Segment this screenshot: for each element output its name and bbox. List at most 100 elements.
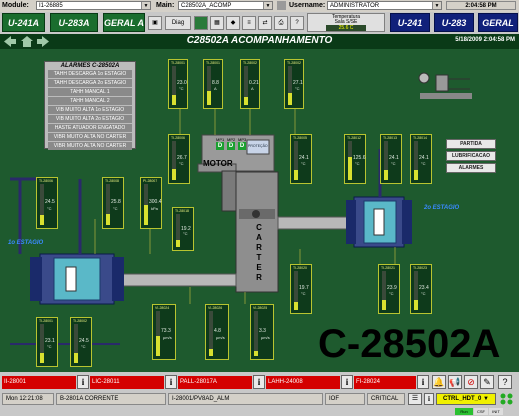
transmitter-gauge[interactable]: TI-28001 23.0 °C: [168, 59, 188, 109]
info-icon[interactable]: i: [77, 375, 89, 389]
gauge-value: 26.7: [177, 155, 187, 162]
gauge-bar: [414, 141, 418, 180]
transmitter-gauge[interactable]: TI-28001 8.8 A: [203, 59, 223, 109]
nav-button-geral[interactable]: GERAL: [478, 13, 518, 32]
nav-button-u241a[interactable]: U-241A: [2, 13, 45, 32]
gauge-tag: PI-28007: [143, 179, 158, 183]
info-icon[interactable]: i: [341, 375, 353, 389]
transmitter-gauge[interactable]: TI-28013 24.1 °C: [380, 134, 402, 184]
status-time: Mon 12:21:08: [2, 393, 54, 405]
ack-icon[interactable]: ✎: [480, 375, 494, 389]
save-icon[interactable]: ▣: [148, 16, 162, 30]
transmitter-gauge[interactable]: TI-28001 23.1 °C: [36, 317, 58, 367]
transmitter-gauge[interactable]: TI-28014 24.1 °C: [410, 134, 432, 184]
transmitter-gauge[interactable]: TI-28021 23.9 °C: [378, 264, 400, 314]
gauge-bar: [144, 184, 148, 225]
lubrificacao-button[interactable]: LUBRIFICACAO: [446, 151, 496, 161]
transmitter-gauge[interactable]: VI-28024 73.3 µm/s: [152, 304, 176, 360]
gauge-value: 8.8: [212, 80, 219, 87]
module-select[interactable]: I1-26885 ▼: [36, 1, 151, 10]
gauge-bar: [106, 184, 110, 225]
alarm-item: TAHH MANCAL 2: [48, 97, 132, 105]
alarm-chip[interactable]: II-28001: [2, 376, 76, 389]
clock: 2:04:58 PM: [446, 1, 516, 10]
motor-indicators: MP1 MP2 MP3 D D D: [216, 137, 248, 151]
info-icon[interactable]: i: [417, 375, 429, 389]
transmitter-gauge[interactable]: TI-28008 25.8 °C: [102, 177, 124, 229]
transmitter-gauge[interactable]: TI-28005 24.1 °C: [290, 134, 312, 184]
list-icon[interactable]: ≡: [242, 16, 256, 30]
gauge-tag: TI-28001: [39, 319, 54, 323]
help-icon[interactable]: ?: [290, 16, 304, 30]
gauge-fill: [414, 170, 418, 180]
silence-icon[interactable]: ⊘: [464, 375, 478, 389]
gauge-bar: [172, 141, 176, 180]
transmitter-gauge[interactable]: TI-28023 23.4 °C: [410, 264, 432, 314]
gauge-tag: TI-28012: [347, 136, 362, 140]
gauge-value: 24.5: [45, 199, 55, 205]
chevron-down-icon[interactable]: ▼: [432, 2, 441, 9]
title-datetime: 5/18/2009 2:04:58 PM: [455, 37, 515, 43]
diag-button[interactable]: Diag: [165, 16, 191, 30]
gauge-fill: [209, 349, 213, 356]
footer: Run CSF INIT: [0, 407, 519, 416]
username-field[interactable]: ADMINISTRATOR ▼: [327, 1, 442, 10]
grid-icon[interactable]: ▦: [210, 16, 224, 30]
alarm-chip[interactable]: LAHH-24008: [266, 376, 340, 389]
crank-pin: [252, 210, 260, 218]
folder-icon[interactable]: [277, 1, 286, 10]
cylinder-liner-1: [53, 257, 101, 301]
alarm-chip[interactable]: LIC-28011: [90, 376, 164, 389]
chevron-down-icon[interactable]: ▼: [141, 2, 150, 9]
partida-button[interactable]: PARTIDA: [446, 139, 496, 149]
network-icon: [498, 392, 516, 406]
stage-2-label: 2o ESTAGIO: [424, 205, 460, 211]
gauge-fill: [294, 170, 298, 180]
gauge-bar: [176, 214, 180, 247]
gauge-unit: °C: [183, 231, 188, 237]
transmitter-gauge[interactable]: TI-28012 125.6 °C: [344, 134, 366, 184]
nav-button-geral-a[interactable]: GERAL A: [103, 13, 145, 32]
alarmes-button[interactable]: ALARMES: [446, 163, 496, 173]
chevron-down-icon[interactable]: ▼: [263, 2, 272, 9]
transmitter-gauge[interactable]: TI-28006 26.7 °C: [168, 134, 190, 184]
info-icon[interactable]: i: [424, 393, 434, 405]
module-label: Module:: [2, 2, 29, 9]
gauge-unit: °C: [295, 86, 300, 92]
filter-icon[interactable]: ☰: [408, 393, 422, 405]
alarm-item: TAHH DESCARGA 2o ESTAGIO: [48, 79, 132, 87]
nav-button-u283[interactable]: U-283: [434, 13, 474, 32]
transmitter-gauge[interactable]: PI-28007 300.4 kPa: [140, 177, 162, 229]
info-icon[interactable]: i: [165, 375, 177, 389]
help-icon[interactable]: ?: [498, 375, 512, 389]
transmitter-gauge[interactable]: TI-28002 27.1 °C: [284, 59, 304, 109]
bell-icon[interactable]: 🔔: [432, 375, 446, 389]
main-select[interactable]: C28502A_ACOMP ▼: [178, 1, 273, 10]
gauge-fill: [156, 335, 160, 356]
temperature-widget: Temperatura Sala S/SE 25.6 C: [307, 13, 385, 32]
transmitter-gauge[interactable]: TI-28018 19.2 °C: [172, 207, 194, 251]
transmitter-gauge[interactable]: TI-28002 24.5 °C: [70, 317, 92, 367]
horn-icon[interactable]: 📢: [448, 375, 462, 389]
print-icon[interactable]: ⎙: [274, 16, 288, 30]
trend-icon[interactable]: [194, 16, 208, 30]
arrow-icon[interactable]: ⇄: [258, 16, 272, 30]
gauge-bar: [156, 311, 160, 356]
head-left-2: [346, 200, 356, 244]
pump-icon[interactable]: ◆: [226, 16, 240, 30]
alarm-chip[interactable]: FI-28024: [354, 376, 416, 389]
transmitter-gauge[interactable]: TI-28006 24.5 °C: [36, 177, 58, 229]
transmitter-gauge[interactable]: TI-28020 19.7 °C: [290, 264, 312, 314]
gauge-unit: A: [214, 86, 217, 92]
alarm-chip[interactable]: PALL-28017A: [178, 376, 252, 389]
gauge-fill: [348, 156, 352, 180]
gauge-unit: °C: [301, 161, 306, 167]
ctrl-select[interactable]: CTRL_HDT_0 ▼: [436, 393, 496, 405]
transmitter-gauge[interactable]: VI-28026 4.8 µm/s: [205, 304, 229, 360]
info-icon[interactable]: i: [253, 375, 265, 389]
nav-button-u283a[interactable]: U-283A: [50, 13, 98, 32]
transmitter-gauge[interactable]: VI-28025 3.3 µm/s: [250, 304, 274, 360]
transmitter-gauge[interactable]: TI-28002 0.21 A: [240, 59, 260, 109]
nav-button-u241[interactable]: U-241: [390, 13, 430, 32]
gauge-bar: [172, 66, 176, 105]
